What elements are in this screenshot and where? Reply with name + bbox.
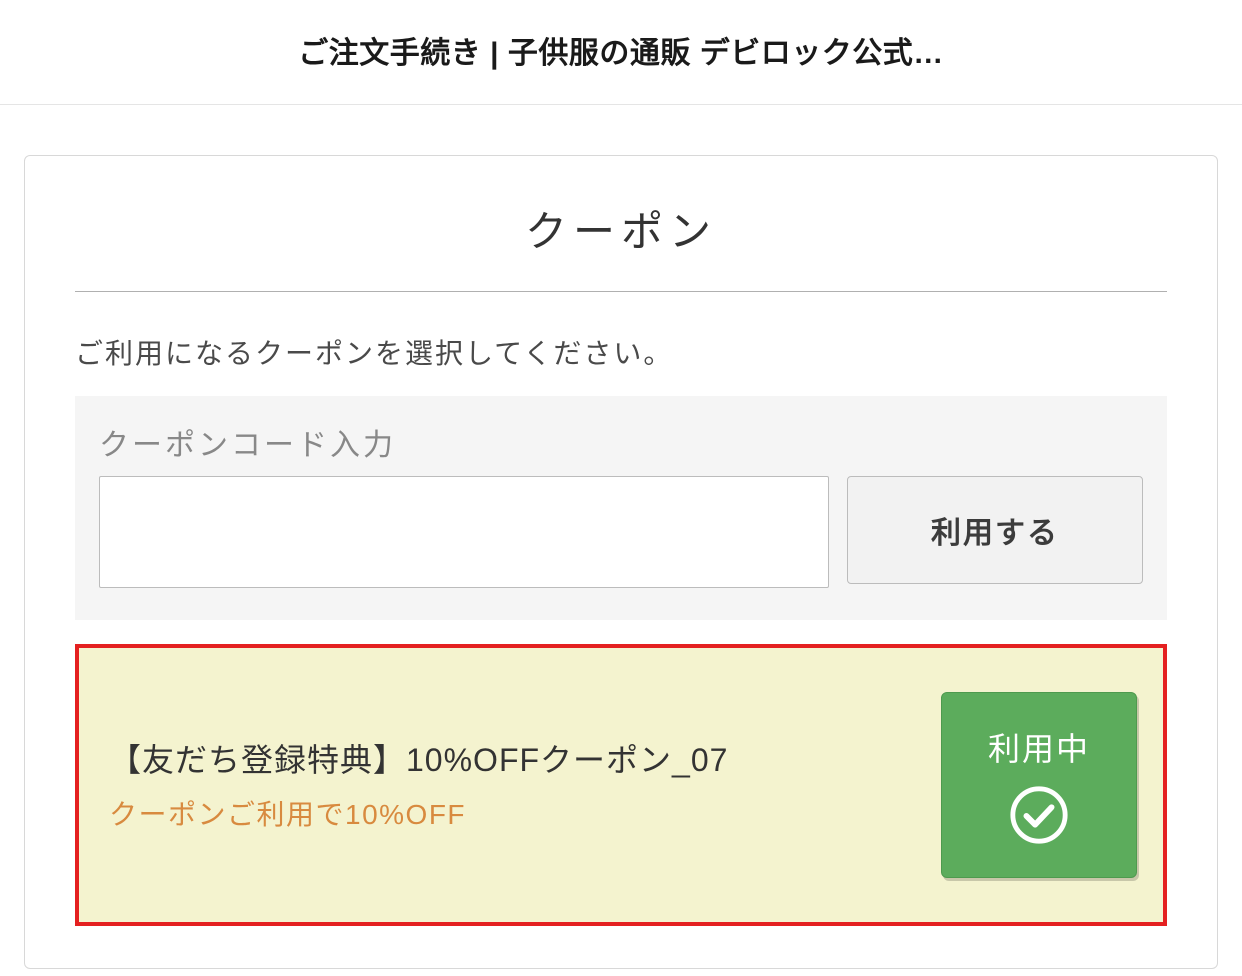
coupon-panel: クーポン ご利用になるクーポンを選択してください。 クーポンコード入力 利用する… <box>24 155 1218 969</box>
coupon-code-input[interactable] <box>99 476 829 588</box>
coupon-code-row: 利用する <box>99 476 1143 588</box>
apply-coupon-button[interactable]: 利用する <box>847 476 1143 584</box>
content-area: クーポン ご利用になるクーポンを選択してください。 クーポンコード入力 利用する… <box>0 105 1242 969</box>
coupon-code-entry: クーポンコード入力 利用する <box>75 396 1167 620</box>
coupon-card-active[interactable]: 【友だち登録特典】10%OFFクーポン_07 クーポンご利用で10%OFF 利用… <box>75 644 1167 926</box>
coupon-status-button[interactable]: 利用中 <box>941 692 1137 878</box>
coupon-description: クーポンご利用で10%OFF <box>109 793 917 833</box>
page-title: ご注文手続き | 子供服の通販 デビロック公式… <box>0 28 1242 72</box>
coupon-status-label: 利用中 <box>988 724 1090 770</box>
page-header: ご注文手続き | 子供服の通販 デビロック公式… <box>0 0 1242 105</box>
check-circle-icon <box>1008 784 1070 846</box>
coupon-text-block: 【友だち登録特典】10%OFFクーポン_07 クーポンご利用で10%OFF <box>109 737 917 833</box>
instruction-text: ご利用になるクーポンを選択してください。 <box>75 292 1167 396</box>
coupon-title: 【友だち登録特典】10%OFFクーポン_07 <box>109 737 917 783</box>
coupon-code-label: クーポンコード入力 <box>99 420 1143 464</box>
panel-title: クーポン <box>75 156 1167 292</box>
